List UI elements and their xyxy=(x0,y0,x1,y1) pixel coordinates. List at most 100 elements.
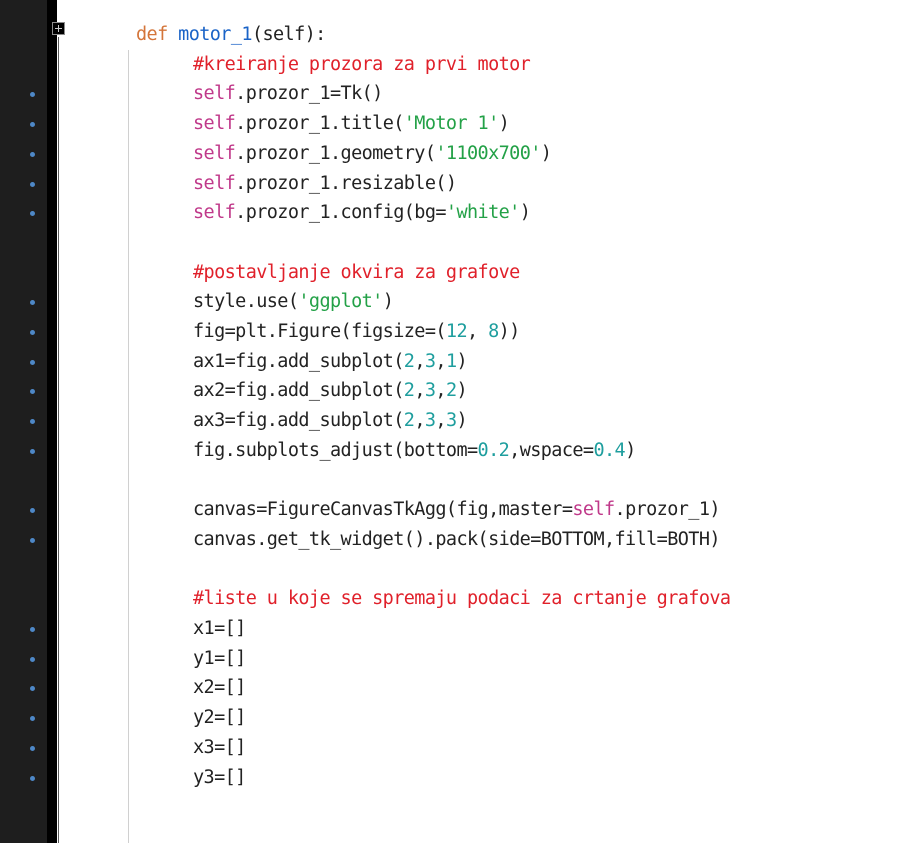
code-token: 3 xyxy=(445,410,457,432)
code-line[interactable]: x3=[] xyxy=(193,736,246,760)
code-editor[interactable]: def motor_1(self): #kreiranje prozora za … xyxy=(0,0,914,843)
code-line[interactable]: self.prozor_1.title('Motor 1') xyxy=(193,112,510,136)
code-token: 'Motor 1' xyxy=(403,113,499,135)
fold-strip xyxy=(47,0,57,843)
code-line[interactable]: y2=[] xyxy=(193,706,246,730)
code-token: )) xyxy=(498,321,521,342)
code-token: 2 xyxy=(403,380,415,402)
code-token: .prozor_1.config(bg= xyxy=(235,202,446,224)
code-token: x1=[] xyxy=(193,618,246,639)
line-gutter xyxy=(0,0,47,843)
code-line[interactable]: def motor_1(self): xyxy=(136,23,326,47)
code-token: 'ggplot' xyxy=(298,291,383,313)
code-token: self xyxy=(572,499,615,521)
code-line[interactable]: self.prozor_1.config(bg='white') xyxy=(193,201,531,225)
code-token: , xyxy=(414,350,425,372)
code-line[interactable]: x2=[] xyxy=(193,676,246,700)
code-line[interactable]: x1=[] xyxy=(193,617,246,641)
code-line[interactable]: #postavljanje okvira za grafove xyxy=(193,261,520,285)
indent-guide xyxy=(128,50,129,843)
code-token: self xyxy=(193,202,236,224)
code-token: ) xyxy=(625,439,636,461)
code-token: , xyxy=(435,410,446,432)
code-line[interactable]: #kreiranje prozora za prvi motor xyxy=(193,53,531,77)
code-token: 'white' xyxy=(445,202,520,224)
code-token: 2 xyxy=(445,380,457,402)
code-token: .prozor_1.resizable() xyxy=(235,172,457,194)
code-token: ax3=fig.add_subplot( xyxy=(193,410,404,432)
code-line[interactable]: canvas.get_tk_widget().pack(side=BOTTOM,… xyxy=(193,528,721,552)
code-token: ,wspace= xyxy=(509,439,594,461)
code-token: x2=[] xyxy=(193,677,246,699)
code-token: 0.2 xyxy=(477,439,510,461)
code-token: self xyxy=(193,113,236,135)
code-token: canvas=FigureCanvasTkAgg(fig,master= xyxy=(193,499,573,521)
change-marker-icon xyxy=(30,537,35,543)
code-token: ) xyxy=(456,380,468,402)
code-token: ) xyxy=(498,113,510,135)
fold-region-line xyxy=(58,37,59,843)
code-line[interactable]: self.prozor_1.geometry('1100x700') xyxy=(193,142,552,166)
code-token: (self): xyxy=(251,24,326,45)
code-token: self xyxy=(193,142,236,164)
code-token: y3=[] xyxy=(193,766,246,788)
change-marker-icon xyxy=(30,448,35,454)
code-line[interactable]: ax3=fig.add_subplot(2,3,3) xyxy=(193,409,468,433)
code-token: ax1=fig.add_subplot( xyxy=(193,350,404,372)
code-token: 12 xyxy=(445,321,468,342)
code-line[interactable]: self.prozor_1=Tk() xyxy=(193,82,383,106)
code-token: ) xyxy=(456,350,468,372)
code-line[interactable]: fig=plt.Figure(figsize=(12, 8)) xyxy=(193,320,520,344)
code-token: .prozor_1) xyxy=(614,499,721,521)
code-token: 3 xyxy=(424,410,436,432)
code-token: ) xyxy=(540,142,552,164)
change-marker-icon xyxy=(30,359,35,365)
code-token: ) xyxy=(382,291,394,313)
code-token: , xyxy=(435,350,446,372)
code-token: 2 xyxy=(403,410,415,432)
code-token: ) xyxy=(519,202,531,224)
code-token: canvas.get_tk_widget().pack(side=BOTTOM,… xyxy=(193,528,721,550)
code-token: ax2=fig.add_subplot( xyxy=(193,380,404,402)
code-line[interactable]: #liste u koje se spremaju podaci za crta… xyxy=(193,587,731,611)
code-token: self xyxy=(193,83,236,105)
code-token: 8 xyxy=(488,321,499,342)
code-token: .prozor_1=Tk() xyxy=(235,83,383,105)
code-line[interactable]: ax1=fig.add_subplot(2,3,1) xyxy=(193,350,468,374)
code-token: #postavljanje okvira za grafove xyxy=(193,261,520,283)
code-line[interactable]: style.use('ggplot') xyxy=(193,290,394,314)
collapse-icon[interactable] xyxy=(52,22,65,35)
code-line[interactable]: y3=[] xyxy=(193,766,246,790)
code-token: .prozor_1.geometry( xyxy=(235,142,436,164)
code-token: .prozor_1.title( xyxy=(235,113,404,135)
code-token: #liste u koje se spremaju podaci za crta… xyxy=(193,588,731,610)
code-token: motor_1 xyxy=(178,24,252,45)
code-token: '1100x700' xyxy=(435,142,541,164)
change-marker-icon xyxy=(30,656,35,662)
code-token: 1 xyxy=(445,350,457,372)
code-token: self xyxy=(193,172,236,194)
code-token: ) xyxy=(456,410,468,432)
code-token: x3=[] xyxy=(193,736,246,758)
code-token: 2 xyxy=(403,350,415,372)
code-line[interactable]: ax2=fig.add_subplot(2,3,2) xyxy=(193,379,468,403)
change-marker-icon xyxy=(30,330,35,335)
code-token: style.use( xyxy=(193,291,299,313)
code-line[interactable]: y1=[] xyxy=(193,647,246,671)
code-token: fig=plt.Figure(figsize=( xyxy=(193,321,447,342)
code-token: 3 xyxy=(424,350,436,372)
code-token: fig.subplots_adjust(bottom= xyxy=(193,439,478,461)
change-marker-icon xyxy=(30,181,35,187)
code-line[interactable]: self.prozor_1.resizable() xyxy=(193,172,457,196)
change-marker-icon xyxy=(30,745,35,751)
code-token: #kreiranje prozora za prvi motor xyxy=(193,53,531,75)
code-token: def xyxy=(136,24,179,45)
change-marker-icon xyxy=(30,775,35,781)
code-token: , xyxy=(467,321,489,342)
code-token: , xyxy=(414,380,425,402)
code-token: 3 xyxy=(424,380,436,402)
change-marker-icon xyxy=(30,627,35,632)
code-token: 0.4 xyxy=(593,439,626,461)
code-line[interactable]: canvas=FigureCanvasTkAgg(fig,master=self… xyxy=(193,498,721,522)
code-line[interactable]: fig.subplots_adjust(bottom=0.2,wspace=0.… xyxy=(193,439,636,463)
